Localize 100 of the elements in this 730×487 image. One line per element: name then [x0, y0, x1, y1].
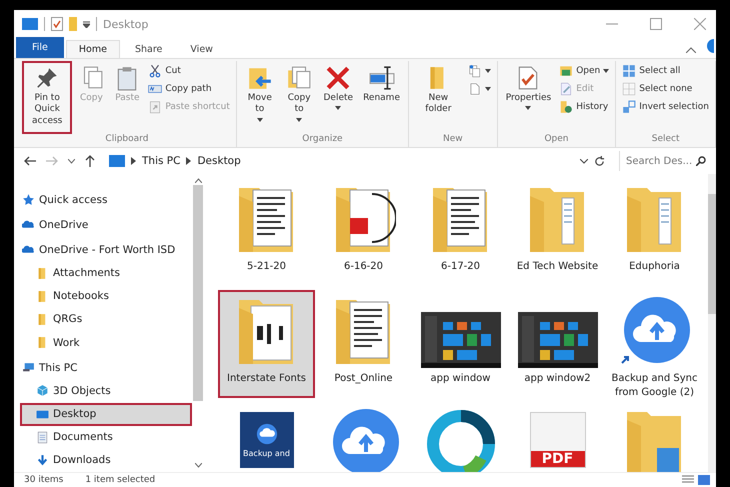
chevron-right-icon	[186, 157, 192, 165]
shortcut-icon	[148, 100, 162, 114]
ribbon-button[interactable]: Copy to	[280, 61, 318, 134]
file-item[interactable]: Eduphoria	[606, 178, 703, 286]
scroll-down-icon[interactable]	[194, 463, 202, 468]
navigation-item[interactable]: Attachments	[20, 262, 192, 285]
file-item[interactable]: Post_Online	[315, 290, 412, 398]
open-icon	[559, 64, 574, 78]
ribbon-button[interactable]: Rename	[359, 61, 404, 134]
ribbon-tab[interactable]: Home	[66, 40, 120, 58]
navigation-item[interactable]: OneDrive - Fort Worth ISD	[20, 238, 192, 262]
ribbon-small-button[interactable]: Invert selection	[620, 99, 711, 115]
invert-selection-icon	[622, 100, 636, 114]
ribbon-tab[interactable]: Share	[122, 40, 176, 58]
file-item[interactable]: Backup and Sync from Google (2)	[606, 290, 703, 398]
caret-icon	[296, 118, 302, 122]
ribbon-button[interactable]: New folder	[413, 61, 464, 134]
details-view-icon[interactable]	[682, 475, 694, 485]
navigation-item[interactable]: OneDrive	[20, 213, 192, 236]
navigation-item[interactable]: QRGs	[20, 308, 192, 332]
ribbon-button[interactable]: Move to	[240, 61, 279, 134]
file-item[interactable]: app window2	[509, 290, 606, 398]
document-icon	[36, 430, 49, 444]
navigation-item[interactable]: Work	[20, 331, 192, 354]
ribbon-tab[interactable]: View	[177, 40, 226, 58]
file-item[interactable]: PDF	[509, 402, 606, 472]
rename-icon	[368, 65, 395, 91]
refresh-icon[interactable]	[594, 156, 605, 166]
ribbon-button[interactable]: Pin to Quick access	[22, 61, 72, 134]
group-label: New	[443, 134, 463, 146]
group-label: Open	[544, 134, 568, 146]
up-arrow-icon[interactable]	[85, 155, 95, 167]
file-item[interactable]: Backup and	[218, 402, 315, 472]
recent-caret-icon[interactable]	[68, 158, 75, 164]
file-item[interactable]: Ed Tech Website	[509, 178, 606, 286]
select-none-icon	[622, 82, 636, 96]
collapse-ribbon-icon[interactable]	[686, 47, 696, 53]
close-icon[interactable]	[694, 18, 706, 30]
dropdown-caret-icon[interactable]	[580, 158, 588, 164]
edit-icon	[559, 82, 574, 96]
cube-icon	[36, 384, 49, 398]
navigation-item[interactable]: 3D Objects	[20, 379, 192, 403]
file-item[interactable]: app window	[412, 290, 509, 398]
navigation-item[interactable]: Documents	[20, 426, 192, 449]
selection-count: 1 item selected	[85, 475, 156, 485]
ribbon-button[interactable]: Properties	[502, 61, 556, 134]
ring-logo-icon	[424, 408, 496, 472]
navigation-item[interactable]: Quick access	[20, 188, 192, 212]
app-shortcut-tile: Backup and	[240, 412, 294, 468]
scrollbar[interactable]	[708, 174, 716, 472]
caret-icon	[603, 69, 610, 73]
item-count: 30 items	[24, 475, 64, 485]
caret-icon	[335, 106, 342, 110]
search-field[interactable]: Search Des...	[624, 154, 694, 168]
file-tab[interactable]: File	[16, 37, 64, 58]
file-item[interactable]: 5-21-20	[218, 178, 315, 286]
back-arrow-icon[interactable]	[24, 156, 36, 166]
window-title: Desktop	[103, 18, 148, 30]
ribbon-small-button[interactable]: Select all	[620, 63, 711, 79]
navigation-item[interactable]: This PC	[20, 356, 192, 380]
file-item[interactable]: 6-17-20	[412, 178, 509, 286]
navigation-item[interactable]: Notebooks	[20, 284, 192, 308]
history-icon	[559, 100, 574, 114]
file-item[interactable]: 6-16-20	[315, 178, 412, 286]
path-icon	[148, 82, 162, 96]
delete-icon	[325, 65, 352, 91]
breadcrumb[interactable]: Desktop	[197, 155, 241, 167]
ribbon-small-button[interactable]: History	[557, 99, 612, 115]
ribbon-button[interactable]: Delete	[320, 61, 358, 134]
caret-icon	[484, 87, 491, 91]
page-icon	[468, 82, 482, 96]
caret-icon	[256, 118, 263, 122]
caret-icon	[484, 69, 491, 73]
new-item-icon	[468, 64, 482, 78]
scroll-up-icon[interactable]	[194, 178, 202, 183]
caret-icon	[525, 106, 532, 110]
pdf-file-icon: PDF	[530, 412, 586, 468]
ribbon-small-button[interactable]: Copy path	[146, 81, 232, 97]
group-label: Organize	[302, 134, 343, 146]
cloud-upload-icon	[256, 422, 278, 444]
file-item[interactable]: Interstate Fonts	[218, 290, 315, 398]
maximize-icon[interactable]	[650, 18, 662, 30]
search-icon	[696, 156, 706, 166]
group-label: Clipboard	[105, 134, 148, 146]
ribbon-small-button[interactable]: Cut	[146, 63, 232, 79]
download-icon	[36, 454, 49, 467]
ribbon-small-button[interactable]: Select none	[620, 81, 711, 97]
address-bar[interactable]: This PC Desktop	[105, 151, 609, 171]
breadcrumb[interactable]: This PC	[142, 155, 180, 167]
properties-check-icon[interactable]	[51, 17, 63, 31]
window-icon	[22, 18, 38, 30]
ribbon-small-button[interactable]: Open	[557, 63, 612, 79]
desktop-icon	[36, 408, 49, 421]
computer-icon	[22, 361, 35, 374]
copy-icon	[286, 65, 312, 91]
navigation-item[interactable]: Downloads	[20, 448, 192, 472]
customize-toolbar-icon[interactable]	[83, 20, 90, 28]
navigation-item[interactable]: Desktop	[20, 402, 192, 426]
group-label: Select	[652, 134, 680, 146]
help-icon[interactable]	[704, 39, 714, 53]
